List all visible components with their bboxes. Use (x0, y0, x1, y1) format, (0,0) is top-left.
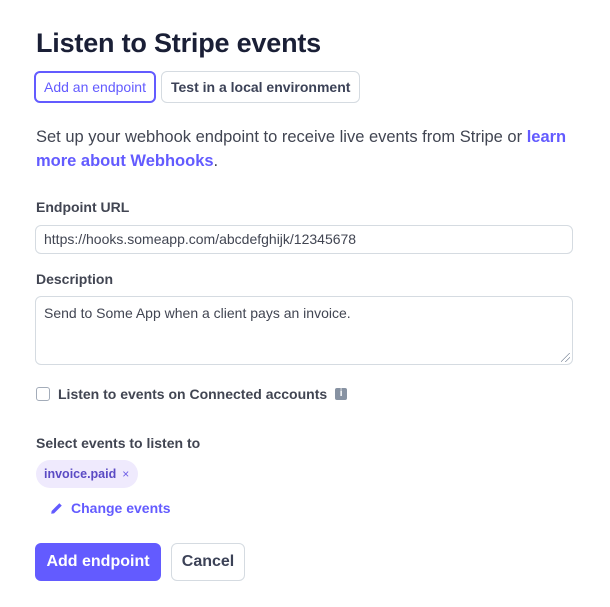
webhook-endpoint-form: Listen to Stripe events Add an endpoint … (0, 0, 610, 607)
intro-text: Set up your webhook endpoint to receive … (36, 125, 576, 173)
description-textarea[interactable]: Send to Some App when a client pays an i… (35, 296, 573, 365)
add-endpoint-button[interactable]: Add endpoint (35, 543, 161, 581)
endpoint-url-label: Endpoint URL (36, 199, 130, 215)
intro-text-after: . (213, 152, 219, 170)
intro-text-before: Set up your webhook endpoint to receive … (36, 128, 527, 146)
change-events-label: Change events (71, 500, 171, 516)
connected-accounts-label[interactable]: Listen to events on Connected accounts (58, 386, 327, 402)
event-chip-invoice-paid: invoice.paid × (36, 460, 139, 488)
change-events-link[interactable]: Change events (50, 500, 171, 516)
info-icon[interactable]: i (335, 388, 348, 400)
pencil-icon (51, 502, 62, 514)
remove-event-icon[interactable]: × (122, 467, 129, 481)
resize-handle-icon[interactable] (561, 353, 570, 362)
connected-accounts-checkbox[interactable] (36, 387, 50, 401)
description-label: Description (36, 271, 114, 287)
tab-test-local-environment[interactable]: Test in a local environment (160, 71, 361, 103)
tab-add-endpoint[interactable]: Add an endpoint (34, 71, 156, 103)
connected-accounts-row: Listen to events on Connected accounts i (36, 386, 348, 402)
page-title: Listen to Stripe events (36, 28, 321, 58)
select-events-label: Select events to listen to (36, 435, 201, 451)
endpoint-url-input[interactable]: https://hooks.someapp.com/abcdefghijk/12… (35, 225, 573, 254)
description-value: Send to Some App when a client pays an i… (44, 305, 351, 321)
tab-bar: Add an endpoint Test in a local environm… (34, 71, 361, 103)
event-chip-label: invoice.paid (44, 467, 117, 481)
cancel-button[interactable]: Cancel (171, 543, 245, 581)
